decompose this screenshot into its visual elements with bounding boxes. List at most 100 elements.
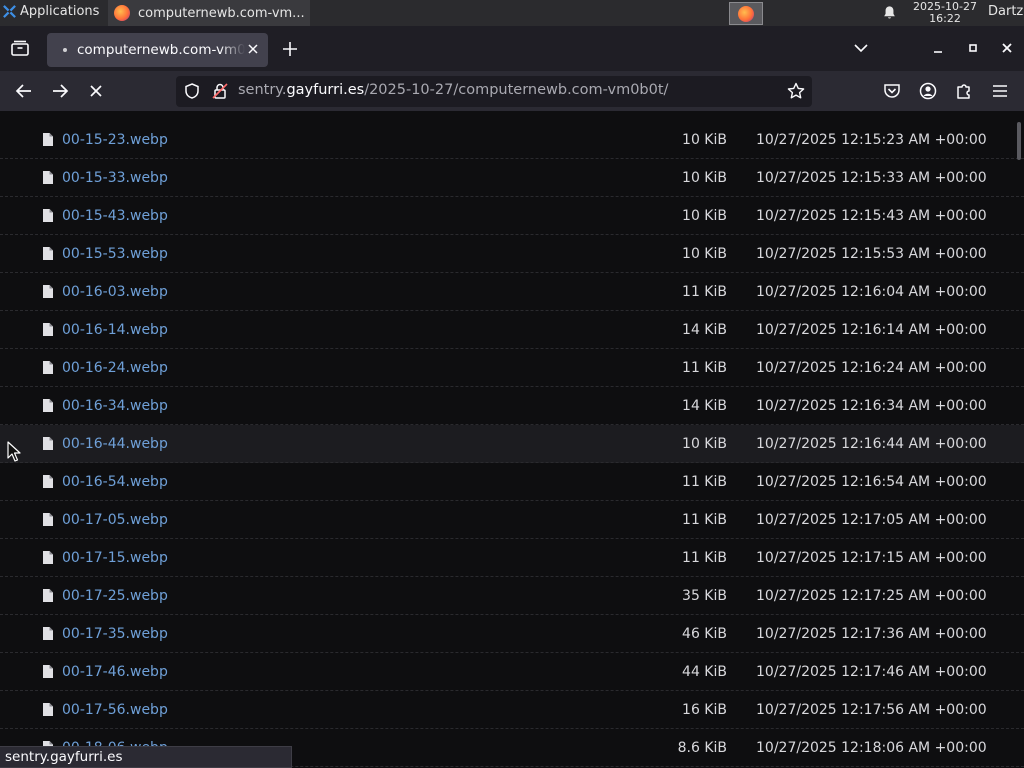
file-date: 10/27/2025 12:16:04 AM +00:00 <box>756 284 987 300</box>
file-icon <box>43 665 53 678</box>
file-link[interactable]: 00-16-14.webp <box>62 322 168 338</box>
table-row: 00-15-23.webp 10 KiB 10/27/2025 12:15:23 A… <box>0 121 1024 159</box>
tab-active[interactable]: computernewb.com-vm0b0t <box>47 33 268 67</box>
tab-loading-icon <box>63 48 67 52</box>
table-row: 00-16-54.webp 11 KiB 10/27/2025 12:16:54 A… <box>0 463 1024 501</box>
file-icon <box>43 627 53 640</box>
file-date: 10/27/2025 12:16:24 AM +00:00 <box>756 360 987 376</box>
file-size: 46 KiB <box>682 626 727 642</box>
file-link[interactable]: 00-16-54.webp <box>62 474 168 490</box>
file-date: 10/27/2025 12:18:06 AM +00:00 <box>756 740 987 756</box>
directory-listing: 00-15-23.webp 10 KiB 10/27/2025 12:15:23 A… <box>0 111 1024 768</box>
maximize-icon[interactable] <box>965 40 981 56</box>
file-size: 10 KiB <box>682 132 727 148</box>
tab-title: computernewb.com-vm0b0t <box>77 42 245 58</box>
file-icon <box>43 323 53 336</box>
file-icon <box>43 437 53 450</box>
stop-loading-icon[interactable] <box>86 81 106 101</box>
file-date: 10/27/2025 12:17:25 AM +00:00 <box>756 588 987 604</box>
file-link[interactable]: 00-15-23.webp <box>62 132 168 148</box>
file-link[interactable]: 00-15-53.webp <box>62 246 168 262</box>
file-icon <box>43 171 53 184</box>
file-size: 10 KiB <box>682 246 727 262</box>
file-link[interactable]: 00-17-46.webp <box>62 664 168 680</box>
file-link[interactable]: 00-16-34.webp <box>62 398 168 414</box>
file-link[interactable]: 00-17-25.webp <box>62 588 168 604</box>
clock-time: 16:22 <box>929 12 961 25</box>
file-link[interactable]: 00-17-56.webp <box>62 702 168 718</box>
file-link[interactable]: 00-17-35.webp <box>62 626 168 642</box>
url-prefix: sentry. <box>238 82 287 98</box>
forward-icon[interactable] <box>50 81 70 101</box>
page-scrollbar[interactable] <box>1017 122 1021 160</box>
bookmark-star-icon[interactable] <box>786 81 806 101</box>
file-icon <box>43 475 53 488</box>
extensions-icon[interactable] <box>954 81 974 101</box>
file-list: 00-15-23.webp 10 KiB 10/27/2025 12:15:23 A… <box>0 121 1024 767</box>
close-tab-icon[interactable] <box>246 42 260 56</box>
table-row: 00-15-43.webp 10 KiB 10/27/2025 12:15:43 A… <box>0 197 1024 235</box>
notification-bell-icon[interactable] <box>882 5 897 20</box>
firefox-launcher-icon <box>738 5 754 22</box>
pocket-icon[interactable] <box>882 81 902 101</box>
account-icon[interactable] <box>918 81 938 101</box>
file-link[interactable]: 00-15-33.webp <box>62 170 168 186</box>
user-menu[interactable]: Dartz <box>988 4 1023 19</box>
taskbar-clock[interactable]: 2025-10-27 16:22 <box>908 1 982 25</box>
file-link[interactable]: 00-16-24.webp <box>62 360 168 376</box>
tracking-protection-shield-icon[interactable] <box>183 82 201 100</box>
firefox-icon <box>114 5 130 21</box>
close-window-icon[interactable] <box>999 40 1015 56</box>
applications-icon <box>3 5 16 18</box>
file-date: 10/27/2025 12:17:36 AM +00:00 <box>756 626 987 642</box>
file-link[interactable]: 00-17-15.webp <box>62 550 168 566</box>
firefox-launcher[interactable] <box>729 2 763 25</box>
list-all-tabs-icon[interactable] <box>853 40 869 56</box>
table-row: 00-17-25.webp 35 KiB 10/27/2025 12:17:25 A… <box>0 577 1024 615</box>
file-size: 11 KiB <box>682 550 727 566</box>
file-icon <box>43 133 53 146</box>
table-row: 00-16-14.webp 14 KiB 10/27/2025 12:16:14 A… <box>0 311 1024 349</box>
link-status-bar: sentry.gayfurri.es <box>0 746 292 768</box>
minimize-icon[interactable] <box>930 40 946 56</box>
table-row: 00-17-56.webp 16 KiB 10/27/2025 12:17:56 A… <box>0 691 1024 729</box>
file-icon <box>43 399 53 412</box>
tab-overview-icon[interactable] <box>10 39 30 57</box>
file-date: 10/27/2025 12:15:43 AM +00:00 <box>756 208 987 224</box>
file-link[interactable]: 00-15-43.webp <box>62 208 168 224</box>
table-row: 00-15-33.webp 10 KiB 10/27/2025 12:15:33 A… <box>0 159 1024 197</box>
table-row: 00-17-15.webp 11 KiB 10/27/2025 12:17:15 A… <box>0 539 1024 577</box>
file-icon <box>43 247 53 260</box>
file-size: 44 KiB <box>682 664 727 680</box>
menu-hamburger-icon[interactable] <box>990 81 1010 101</box>
table-row: 00-17-05.webp 11 KiB 10/27/2025 12:17:05 A… <box>0 501 1024 539</box>
file-size: 10 KiB <box>682 170 727 186</box>
file-link[interactable]: 00-17-05.webp <box>62 512 168 528</box>
url-text[interactable]: sentry.gayfurri.es/2025-10-27/computerne… <box>238 82 668 98</box>
os-taskbar: Applications computernewb.com-vm... 2025… <box>0 0 1024 26</box>
taskbar-window-title: computernewb.com-vm... <box>138 5 305 21</box>
file-size: 14 KiB <box>682 398 727 414</box>
file-icon <box>43 589 53 602</box>
file-link[interactable]: 00-16-03.webp <box>62 284 168 300</box>
back-icon[interactable] <box>14 81 34 101</box>
table-row: 00-16-03.webp 11 KiB 10/27/2025 12:16:04 A… <box>0 273 1024 311</box>
applications-menu[interactable]: Applications <box>2 4 99 19</box>
table-row: 00-17-46.webp 44 KiB 10/27/2025 12:17:46 A… <box>0 653 1024 691</box>
new-tab-icon[interactable] <box>281 40 299 58</box>
file-size: 10 KiB <box>682 436 727 452</box>
file-size: 11 KiB <box>682 360 727 376</box>
insecure-lock-icon[interactable] <box>211 82 229 100</box>
taskbar-window-button[interactable]: computernewb.com-vm... <box>108 0 310 26</box>
file-icon <box>43 703 53 716</box>
file-link[interactable]: 00-16-44.webp <box>62 436 168 452</box>
file-date: 10/27/2025 12:16:54 AM +00:00 <box>756 474 987 490</box>
table-row: 00-16-24.webp 11 KiB 10/27/2025 12:16:24 A… <box>0 349 1024 387</box>
file-icon <box>43 513 53 526</box>
file-date: 10/27/2025 12:16:34 AM +00:00 <box>756 398 987 414</box>
applications-label: Applications <box>20 4 100 19</box>
file-size: 11 KiB <box>682 474 727 490</box>
file-size: 16 KiB <box>682 702 727 718</box>
file-size: 11 KiB <box>682 284 727 300</box>
file-date: 10/27/2025 12:15:53 AM +00:00 <box>756 246 987 262</box>
